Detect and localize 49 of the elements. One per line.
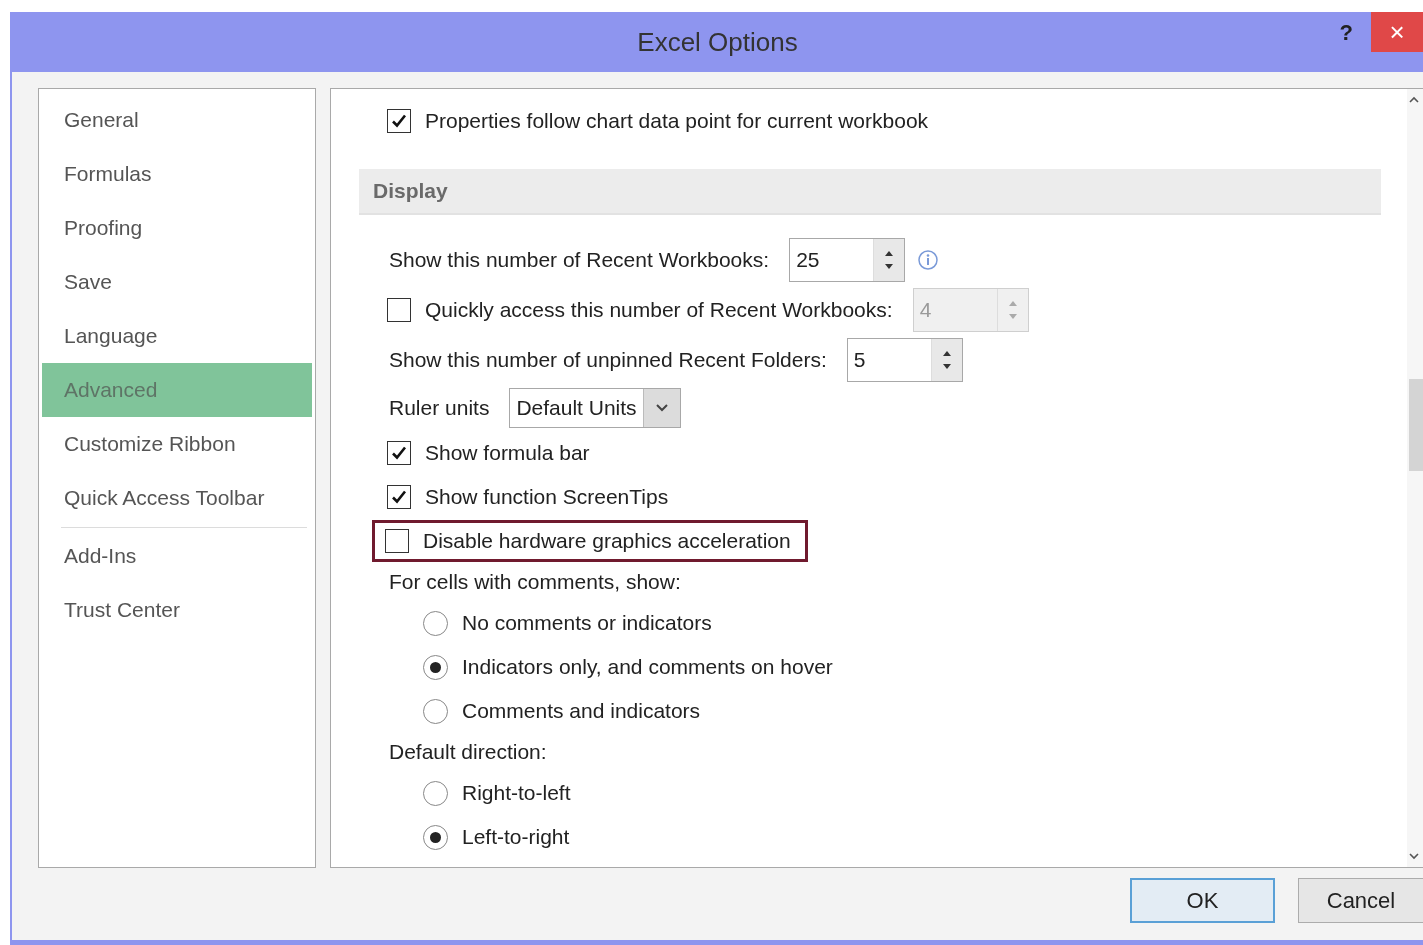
- group-label: Default direction:: [389, 740, 547, 764]
- sidebar-item[interactable]: Formulas: [42, 147, 312, 201]
- sidebar-item[interactable]: General: [42, 93, 312, 147]
- radio-label[interactable]: Indicators only, and comments on hover: [462, 655, 833, 679]
- checkbox[interactable]: [387, 485, 411, 509]
- radio-label[interactable]: No comments or indicators: [462, 611, 712, 635]
- sidebar-item[interactable]: Quick Access Toolbar: [42, 471, 312, 525]
- checkbox[interactable]: [387, 441, 411, 465]
- checkmark-icon: [390, 112, 408, 130]
- checkbox-label[interactable]: Disable hardware graphics acceleration: [423, 529, 791, 553]
- checkbox[interactable]: [385, 529, 409, 553]
- cancel-button[interactable]: Cancel: [1298, 878, 1423, 923]
- radio-button[interactable]: [423, 610, 448, 636]
- sidebar-item[interactable]: Trust Center: [42, 583, 312, 637]
- radio-label[interactable]: Comments and indicators: [462, 699, 701, 723]
- radio-label[interactable]: Right-to-left: [462, 781, 571, 805]
- checkmark-icon: [390, 444, 408, 462]
- option-label: Show this number of unpinned Recent Folders:: [389, 348, 827, 372]
- radio-label[interactable]: Left-to-right: [462, 825, 570, 849]
- radio-button[interactable]: [423, 654, 448, 680]
- help-button[interactable]: ?: [1339, 20, 1353, 46]
- sidebar-item[interactable]: Save: [42, 255, 312, 309]
- group-label: For cells with comments, show:: [389, 570, 681, 594]
- checkbox-label[interactable]: Show function ScreenTips: [425, 485, 669, 509]
- radio-button[interactable]: [423, 780, 448, 806]
- radio-button[interactable]: [423, 698, 448, 724]
- scrollbar[interactable]: [1407, 89, 1423, 867]
- option-label: Ruler units: [389, 396, 490, 420]
- close-button[interactable]: ×: [1371, 12, 1423, 52]
- scroll-up-icon[interactable]: [1408, 95, 1420, 105]
- section-header: Display: [359, 169, 1381, 215]
- scroll-down-icon[interactable]: [1408, 851, 1420, 861]
- sidebar-item[interactable]: Language: [42, 309, 312, 363]
- checkbox-label[interactable]: Show formula bar: [425, 441, 590, 465]
- checkmark-icon: [390, 488, 408, 506]
- sidebar-item[interactable]: Add-Ins: [42, 529, 312, 583]
- window-title: Excel Options: [637, 26, 798, 58]
- checkbox-label[interactable]: Properties follow chart data point for current workbook: [425, 109, 929, 133]
- sidebar-item[interactable]: Proofing: [42, 201, 312, 255]
- number-spinner[interactable]: 5: [846, 338, 963, 382]
- chevron-down-icon[interactable]: [654, 403, 669, 413]
- sidebar-item[interactable]: Customize Ribbon: [42, 417, 312, 471]
- radio-button[interactable]: [423, 824, 448, 850]
- ok-button[interactable]: OK: [1130, 878, 1275, 923]
- units-dropdown[interactable]: Default Units: [509, 388, 681, 428]
- scrollbar-thumb[interactable]: [1409, 379, 1423, 471]
- option-label: Show this number of Recent Workbooks:: [389, 248, 770, 272]
- number-spinner[interactable]: 25: [789, 238, 906, 282]
- checkbox[interactable]: [387, 109, 411, 133]
